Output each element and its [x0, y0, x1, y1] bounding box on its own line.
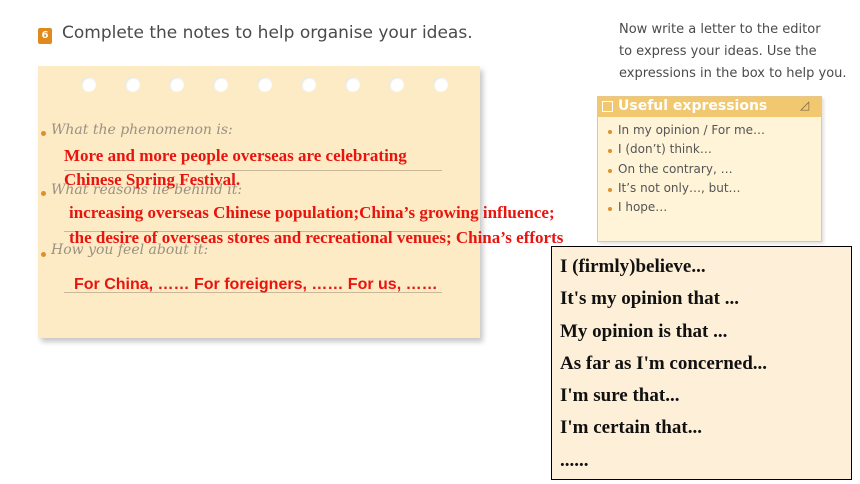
opinion-expression: I (firmly)believe... [560, 256, 706, 277]
exercise-heading: Complete the notes to help organise your… [62, 23, 473, 43]
checkbox-icon [602, 101, 613, 112]
bullet-dot [608, 149, 612, 153]
prompt-phenomenon: What the phenomenon is: [51, 122, 233, 138]
bullet-dot [41, 191, 46, 196]
useful-expression-item: In my opinion / For me… [618, 123, 766, 137]
answer-feelings: For China, …… For foreigners, …… For us,… [74, 276, 438, 293]
answer-reasons-line2: the desire of overseas stores and recrea… [69, 228, 564, 247]
binder-hole [81, 77, 96, 92]
opinion-expression: It's my opinion that ... [560, 288, 739, 309]
instructions-line: expressions in the box to help you. [619, 66, 847, 81]
binder-hole [433, 77, 448, 92]
note-paper: What the phenomenon is: What reasons lie… [38, 66, 480, 338]
answer-phenomenon-line2: Chinese Spring Festival. [64, 170, 241, 189]
bullet-dot [41, 252, 46, 257]
binder-hole [301, 77, 316, 92]
binder-hole [169, 77, 184, 92]
bullet-dot [608, 169, 612, 173]
opinion-expression: My opinion is that ... [560, 321, 728, 342]
bullet-dot [41, 131, 46, 136]
corner-triangle-icon: ◿ [800, 98, 810, 112]
binder-hole [125, 77, 140, 92]
useful-expressions-box: Useful expressions ◿ In my opinion / For… [597, 96, 822, 242]
opinion-expression: As far as I'm concerned... [560, 353, 768, 374]
binder-hole [257, 77, 272, 92]
useful-expressions-header: Useful expressions ◿ [598, 97, 821, 117]
answer-phenomenon-line1: More and more people overseas are celebr… [64, 146, 407, 165]
useful-expressions-title: Useful expressions [618, 98, 768, 114]
binder-hole [345, 77, 360, 92]
opinion-expressions-box: I (firmly)believe... It's my opinion tha… [551, 246, 852, 480]
binder-hole [389, 77, 404, 92]
opinion-expression: ...... [560, 450, 589, 471]
bullet-dot [608, 188, 612, 192]
answer-reasons-line1: increasing overseas Chinese population;C… [69, 203, 555, 222]
useful-expression-item: On the contrary, … [618, 162, 733, 176]
bullet-dot [608, 130, 612, 134]
exercise-number-badge: 6 [38, 28, 52, 44]
useful-expression-item: I hope… [618, 200, 668, 214]
instructions-line: Now write a letter to the editor [619, 22, 821, 37]
instructions-line: to express your ideas. Use the [619, 44, 817, 59]
opinion-expression: I'm sure that... [560, 385, 680, 406]
binder-hole [213, 77, 228, 92]
useful-expression-item: It’s not only…, but… [618, 181, 741, 195]
useful-expression-item: I (don’t) think… [618, 142, 712, 156]
bullet-dot [608, 207, 612, 211]
opinion-expression: I'm certain that... [560, 417, 702, 438]
